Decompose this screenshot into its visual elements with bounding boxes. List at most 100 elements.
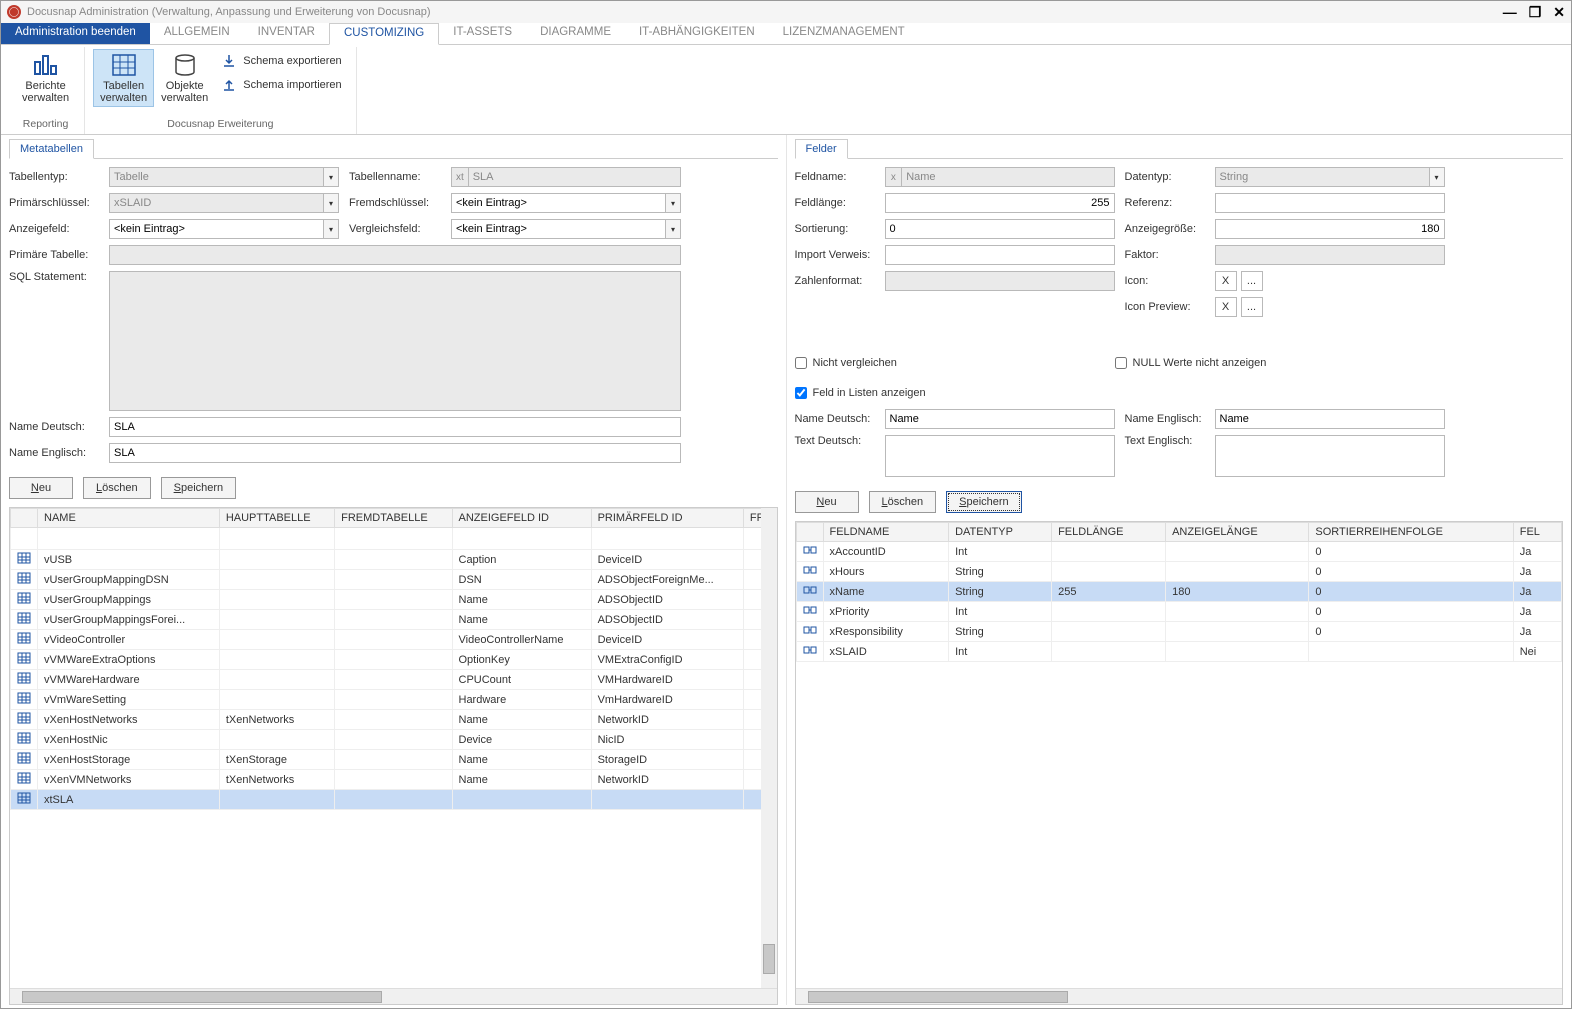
lbl-fremdschl: Fremdschlüssel: [349, 197, 441, 209]
menu-allgemein[interactable]: ALLGEMEIN [150, 23, 244, 44]
tab-metatabellen[interactable]: Metatabellen [9, 139, 94, 159]
berichte-verwalten-button[interactable]: Berichte verwalten [15, 49, 76, 107]
right-grid[interactable]: FELDNAME DATENTYP FELDLÄNGE ANZEIGELÄNGE… [795, 521, 1564, 1005]
field-icon [803, 624, 817, 636]
table-icon [17, 752, 31, 764]
table-row[interactable]: vVmWareSettingHardwareVmHardwareID [11, 690, 777, 710]
col-primaer[interactable]: PRIMÄRFELD ID [591, 509, 743, 528]
chk-nicht-vergleichen[interactable]: Nicht vergleichen [795, 357, 1105, 369]
chevron-down-icon[interactable]: ▾ [666, 219, 681, 239]
chk-feld-listen[interactable]: Feld in Listen anzeigen [795, 387, 1564, 399]
ribbon-caption-erweiterung: Docusnap Erweiterung [167, 116, 273, 130]
table-row[interactable]: vUserGroupMappingsNameADSObjectID [11, 590, 777, 610]
lbl-r-namede: Name Deutsch: [795, 413, 875, 425]
left-speichern-button[interactable]: Speichern [161, 477, 237, 499]
chk-null-werte[interactable]: NULL Werte nicht anzeigen [1115, 357, 1564, 369]
col-name[interactable]: NAME [38, 509, 220, 528]
right-speichern-button[interactable]: Speichern [946, 491, 1022, 513]
left-grid[interactable]: NAME HAUPTTABELLE FREMDTABELLE ANZEIGEFE… [9, 507, 778, 1005]
table-row[interactable]: xSLAIDIntNei [796, 642, 1562, 662]
table-row[interactable]: xAccountIDInt0Ja [796, 542, 1562, 562]
menu-it-assets[interactable]: IT-ASSETS [439, 23, 526, 44]
table-row[interactable]: vVMWareExtraOptionsOptionKeyVMExtraConfi… [11, 650, 777, 670]
table-row[interactable]: xResponsibilityString0Ja [796, 622, 1562, 642]
objekte-verwalten-button[interactable]: Objekte verwalten [154, 49, 215, 107]
right-loeschen-button[interactable]: Löschen [869, 491, 937, 513]
chevron-down-icon[interactable]: ▾ [666, 193, 681, 213]
right-neu-button[interactable]: Neu [795, 491, 859, 513]
table-row[interactable]: xtSLA [11, 790, 777, 810]
menu-diagramme[interactable]: DIAGRAMME [526, 23, 625, 44]
chevron-down-icon[interactable]: ▾ [324, 193, 339, 213]
importverweis-field[interactable] [885, 245, 1115, 265]
icon-clear-button[interactable]: X [1215, 271, 1237, 291]
icon-browse-button[interactable]: ... [1241, 271, 1263, 291]
datentyp-field [1215, 167, 1430, 187]
schema-export-button[interactable]: Schema exportieren [215, 51, 347, 71]
col-haupt[interactable]: HAUPTTABELLE [219, 509, 334, 528]
table-row[interactable]: vXenVMNetworkstXenNetworksNameNetworkID [11, 770, 777, 790]
menu-customizing[interactable]: CUSTOMIZING [329, 23, 439, 45]
table-row[interactable]: vVideoControllerVideoControllerNameDevic… [11, 630, 777, 650]
r-text-deutsch-field[interactable] [885, 435, 1115, 477]
col-anzeigelaenge[interactable]: ANZEIGELÄNGE [1166, 523, 1309, 542]
table-row[interactable]: vXenHostStoragetXenStorageNameStorageID [11, 750, 777, 770]
left-v-scrollbar[interactable] [761, 508, 777, 988]
tabellen-verwalten-button[interactable]: Tabellen verwalten [93, 49, 154, 107]
table-row[interactable]: vUserGroupMappingsForei...NameADSObjectI… [11, 610, 777, 630]
table-row[interactable]: xHoursString0Ja [796, 562, 1562, 582]
referenz-field[interactable] [1215, 193, 1445, 213]
r-name-deutsch-field[interactable] [885, 409, 1115, 429]
table-row[interactable]: vUserGroupMappingDSNDSNADSObjectForeignM… [11, 570, 777, 590]
menu-lizenz[interactable]: LIZENZMANAGEMENT [769, 23, 919, 44]
tabellenname-field[interactable] [468, 167, 681, 187]
name-deutsch-field[interactable] [109, 417, 681, 437]
table-row[interactable]: xPriorityInt0Ja [796, 602, 1562, 622]
table-row[interactable]: vXenHostNicDeviceNicID [11, 730, 777, 750]
maximize-button[interactable]: ❐ [1529, 4, 1542, 21]
menu-admin-beenden[interactable]: Administration beenden [1, 23, 150, 44]
iconpreview-clear-button[interactable]: X [1215, 297, 1237, 317]
table-icon [17, 792, 31, 804]
table-row[interactable]: xNameString2551800Ja [796, 582, 1562, 602]
lbl-tabellenname: Tabellenname: [349, 171, 441, 183]
col-fremd[interactable]: FREMDTABELLE [335, 509, 452, 528]
col-feldlaenge[interactable]: FELDLÄNGE [1052, 523, 1166, 542]
table-row[interactable]: vVMWareHardwareCPUCountVMHardwareID [11, 670, 777, 690]
menu-inventar[interactable]: INVENTAR [244, 23, 329, 44]
chevron-down-icon[interactable]: ▾ [324, 167, 339, 187]
schema-import-button[interactable]: Schema importieren [215, 75, 347, 95]
field-icon [803, 584, 817, 596]
col-anzeige[interactable]: ANZEIGEFELD ID [452, 509, 591, 528]
lbl-feldlaenge: Feldlänge: [795, 197, 875, 209]
col-feldname[interactable]: FELDNAME [823, 523, 949, 542]
table-row[interactable]: vXenHostNetworkstXenNetworksNameNetworkI… [11, 710, 777, 730]
tab-felder[interactable]: Felder [795, 139, 848, 159]
iconpreview-browse-button[interactable]: ... [1241, 297, 1263, 317]
col-datentyp[interactable]: DATENTYP [949, 523, 1052, 542]
minimize-button[interactable]: — [1503, 4, 1517, 21]
vergleichsfeld-field[interactable] [451, 219, 666, 239]
table-row[interactable]: vUSBCaptionDeviceID [11, 550, 777, 570]
col-fel[interactable]: FEL [1513, 523, 1561, 542]
fremdschl-field[interactable] [451, 193, 666, 213]
left-h-scrollbar[interactable] [10, 988, 777, 1004]
feldname-field[interactable] [901, 167, 1114, 187]
left-pane: Metatabellen Tabellentyp: ▾ Tabellenname… [1, 135, 787, 1005]
col-sortier[interactable]: SORTIERREIHENFOLGE [1309, 523, 1513, 542]
chevron-down-icon[interactable]: ▾ [324, 219, 339, 239]
anzeigefeld-field[interactable] [109, 219, 324, 239]
close-button[interactable]: ✕ [1553, 4, 1565, 21]
left-loeschen-button[interactable]: Löschen [83, 477, 151, 499]
r-name-englisch-field[interactable] [1215, 409, 1445, 429]
right-h-scrollbar[interactable] [796, 988, 1563, 1004]
r-text-englisch-field[interactable] [1215, 435, 1445, 477]
left-neu-button[interactable]: Neu [9, 477, 73, 499]
table-icon [110, 52, 138, 78]
menu-it-abh[interactable]: IT-ABHÄNGIGKEITEN [625, 23, 769, 44]
name-englisch-field[interactable] [109, 443, 681, 463]
chevron-down-icon[interactable]: ▾ [1430, 167, 1445, 187]
feldlaenge-field[interactable] [885, 193, 1115, 213]
sortierung-field[interactable] [885, 219, 1115, 239]
anzeigegroesse-field[interactable] [1215, 219, 1445, 239]
